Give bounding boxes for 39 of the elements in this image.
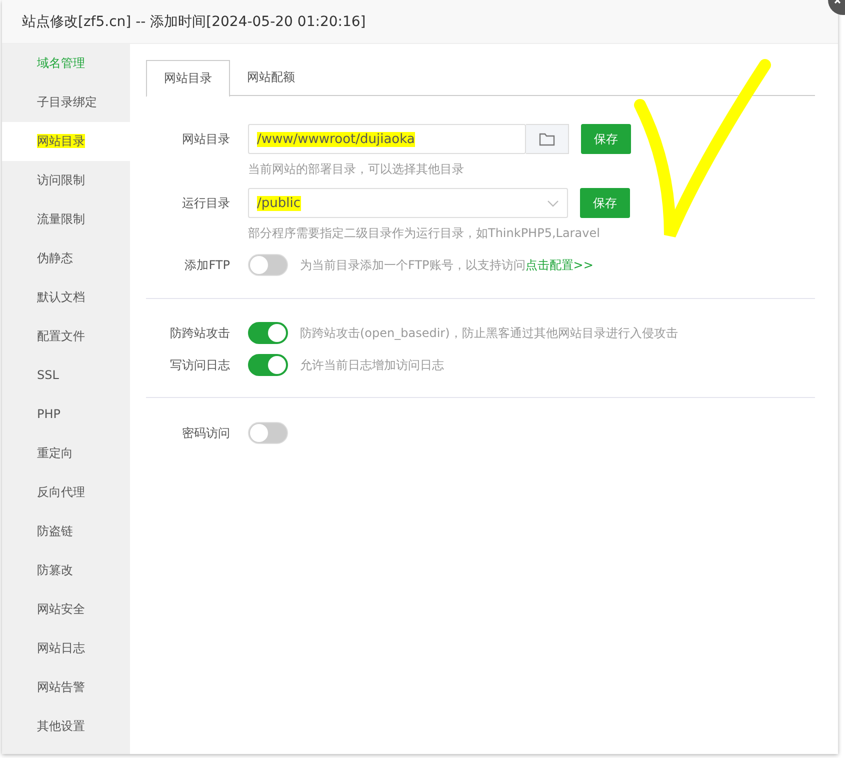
- window-title: 站点修改[zf5.cn] -- 添加时间[2024-05-20 01:20:16]: [22, 12, 366, 30]
- field-label: 添加FTP: [184, 256, 230, 274]
- sidebar-item[interactable]: 伪静态: [2, 239, 130, 278]
- description-text: 为当前目录添加一个FTP账号，以支持访问点击配置>>: [300, 256, 594, 274]
- toggle-switch[interactable]: [248, 354, 288, 376]
- folder-icon: [539, 132, 555, 146]
- sidebar-item[interactable]: 防盗链: [2, 512, 130, 551]
- sidebar-item[interactable]: SSL: [2, 356, 130, 395]
- field-label: 写访问日志: [169, 356, 230, 374]
- dropdown-field[interactable]: /public: [248, 188, 568, 218]
- field-label: 运行目录: [181, 194, 230, 212]
- sidebar-item[interactable]: 默认文档: [2, 278, 130, 317]
- caret-icon: [547, 200, 559, 207]
- sidebar-item[interactable]: 反向代理: [2, 473, 130, 512]
- tab[interactable]: 网站目录: [146, 60, 230, 97]
- field-label: 网站目录: [181, 130, 230, 148]
- description-text: 防跨站攻击(open_basedir)，防止黑客通过其他网站目录进行入侵攻击: [300, 324, 678, 342]
- sidebar-item[interactable]: 防篡改: [2, 551, 130, 590]
- sidebar-item[interactable]: 网站目录: [2, 122, 130, 161]
- sidebar-item[interactable]: 网站日志: [2, 629, 130, 668]
- tab[interactable]: 网站配额: [230, 60, 312, 95]
- description-text: 允许当前日志增加访问日志: [300, 356, 444, 374]
- sidebar-item[interactable]: PHP: [2, 395, 130, 434]
- sidebar-item[interactable]: 访问限制: [2, 161, 130, 200]
- sidebar-item[interactable]: 子目录绑定: [2, 83, 130, 122]
- field-label: 密码访问: [181, 424, 230, 442]
- hint-text: 当前网站的部署目录，可以选择其他目录: [248, 162, 465, 176]
- sidebar-item[interactable]: 流量限制: [2, 200, 130, 239]
- field-label: 防跨站攻击: [169, 324, 230, 342]
- sidebar-item[interactable]: 其他设置: [2, 707, 130, 746]
- toggle-switch[interactable]: [248, 322, 288, 344]
- folder-button[interactable]: [526, 124, 569, 154]
- close-icon[interactable]: [825, 0, 845, 16]
- path-field[interactable]: /www/wwwroot/dujiaoka: [248, 124, 526, 154]
- sidebar-item[interactable]: 配置文件: [2, 317, 130, 356]
- sidebar-item[interactable]: 网站安全: [2, 590, 130, 629]
- hint-text: 部分程序需要指定二级目录作为运行目录，如ThinkPHP5,Laravel: [248, 226, 601, 240]
- sidebar-item[interactable]: 网站告警: [2, 668, 130, 707]
- sidebar-item[interactable]: 重定向: [2, 434, 130, 473]
